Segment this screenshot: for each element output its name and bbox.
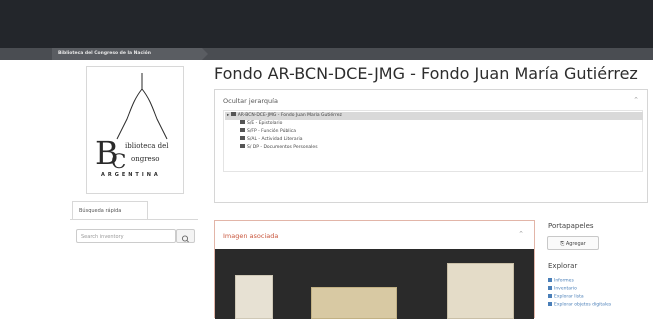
search-input[interactable]: Search inventory xyxy=(76,229,176,243)
logo-line-3: ARGENTINA xyxy=(101,172,161,178)
image-carousel[interactable] xyxy=(215,249,534,319)
chevron-up-icon[interactable]: ⌃ xyxy=(518,230,524,238)
document-thumbnail[interactable] xyxy=(447,263,514,319)
tree-item[interactable]: S/FP - Función Pública xyxy=(240,128,296,136)
search-button[interactable] xyxy=(176,229,195,243)
quick-search-tab[interactable]: Búsqueda rápida xyxy=(72,201,148,220)
add-to-clipboard-button[interactable]: ⎘ Agregar xyxy=(547,236,599,250)
hide-hierarchy-toggle[interactable]: Ocultar jerarquía xyxy=(223,97,278,105)
list-icon xyxy=(548,294,552,298)
reports-link[interactable]: Informes xyxy=(548,278,574,283)
logo-line-1: iblioteca del xyxy=(125,142,169,150)
tree-item-label: S/ DP - Documentos Personales xyxy=(247,145,318,150)
clipboard-heading: Portapapeles xyxy=(548,222,594,230)
folder-icon xyxy=(240,136,245,140)
hierarchy-panel: Ocultar jerarquía ⌃ ▸ AR-BCN-DCE-JMG - F… xyxy=(214,89,648,203)
tree-item[interactable]: S/AL - Actividad Literaria xyxy=(240,136,303,144)
search-icon xyxy=(181,235,189,243)
tree-item-label: AR-BCN-DCE-JMG - Fondo Juan María Gutiér… xyxy=(237,113,342,118)
tree-item-label: S/AL - Actividad Literaria xyxy=(247,137,303,142)
browse-list-link[interactable]: Explorar lista xyxy=(548,294,584,299)
tree-item-root[interactable]: ▸ AR-BCN-DCE-JMG - Fondo Juan María Guti… xyxy=(225,112,643,120)
site-name-link[interactable]: Biblioteca del Congreso de la Nación xyxy=(52,48,208,60)
inventory-link-label: Inventario xyxy=(554,286,577,292)
tree-item-label: S/E - Epistolario xyxy=(247,121,283,126)
logo-letter-c: C xyxy=(111,149,127,173)
inventory-link[interactable]: Inventario xyxy=(548,286,577,291)
document-thumbnail[interactable] xyxy=(311,287,397,319)
page-title: Fondo AR-BCN-DCE-JMG - Fondo Juan María … xyxy=(214,64,638,83)
document-thumbnail[interactable] xyxy=(235,275,273,319)
image-panel-title: Imagen asociada xyxy=(223,232,279,240)
add-button-label: Agregar xyxy=(565,241,586,247)
browse-digital-objects-link[interactable]: Explorar objetos digitales xyxy=(548,302,611,307)
institution-logo[interactable]: B C iblioteca del ongreso ARGENTINA xyxy=(86,66,184,194)
print-icon xyxy=(548,278,552,282)
folder-icon xyxy=(230,112,236,116)
top-navbar xyxy=(0,0,653,48)
browse-list-link-label: Explorar lista xyxy=(554,294,584,300)
logo-line-2: ongreso xyxy=(131,155,160,163)
folder-icon xyxy=(240,128,245,132)
image-icon xyxy=(548,302,552,306)
explore-heading: Explorar xyxy=(548,262,578,270)
browse-digital-objects-link-label: Explorar objetos digitales xyxy=(554,302,612,308)
tree-item-label: S/FP - Función Pública xyxy=(247,129,297,134)
folder-icon xyxy=(240,144,245,148)
tree-item[interactable]: S/ DP - Documentos Personales xyxy=(240,144,318,152)
hierarchy-tree: ▸ AR-BCN-DCE-JMG - Fondo Juan María Guti… xyxy=(223,110,643,172)
folder-icon xyxy=(240,120,245,124)
reports-link-label: Informes xyxy=(554,278,574,284)
associated-image-panel: Imagen asociada ⌃ xyxy=(214,220,535,319)
site-header-bar: Biblioteca del Congreso de la Nación xyxy=(0,48,653,60)
tree-item[interactable]: S/E - Epistolario xyxy=(240,120,282,128)
chevron-up-icon[interactable]: ⌃ xyxy=(633,96,639,104)
inventory-icon xyxy=(548,286,552,290)
